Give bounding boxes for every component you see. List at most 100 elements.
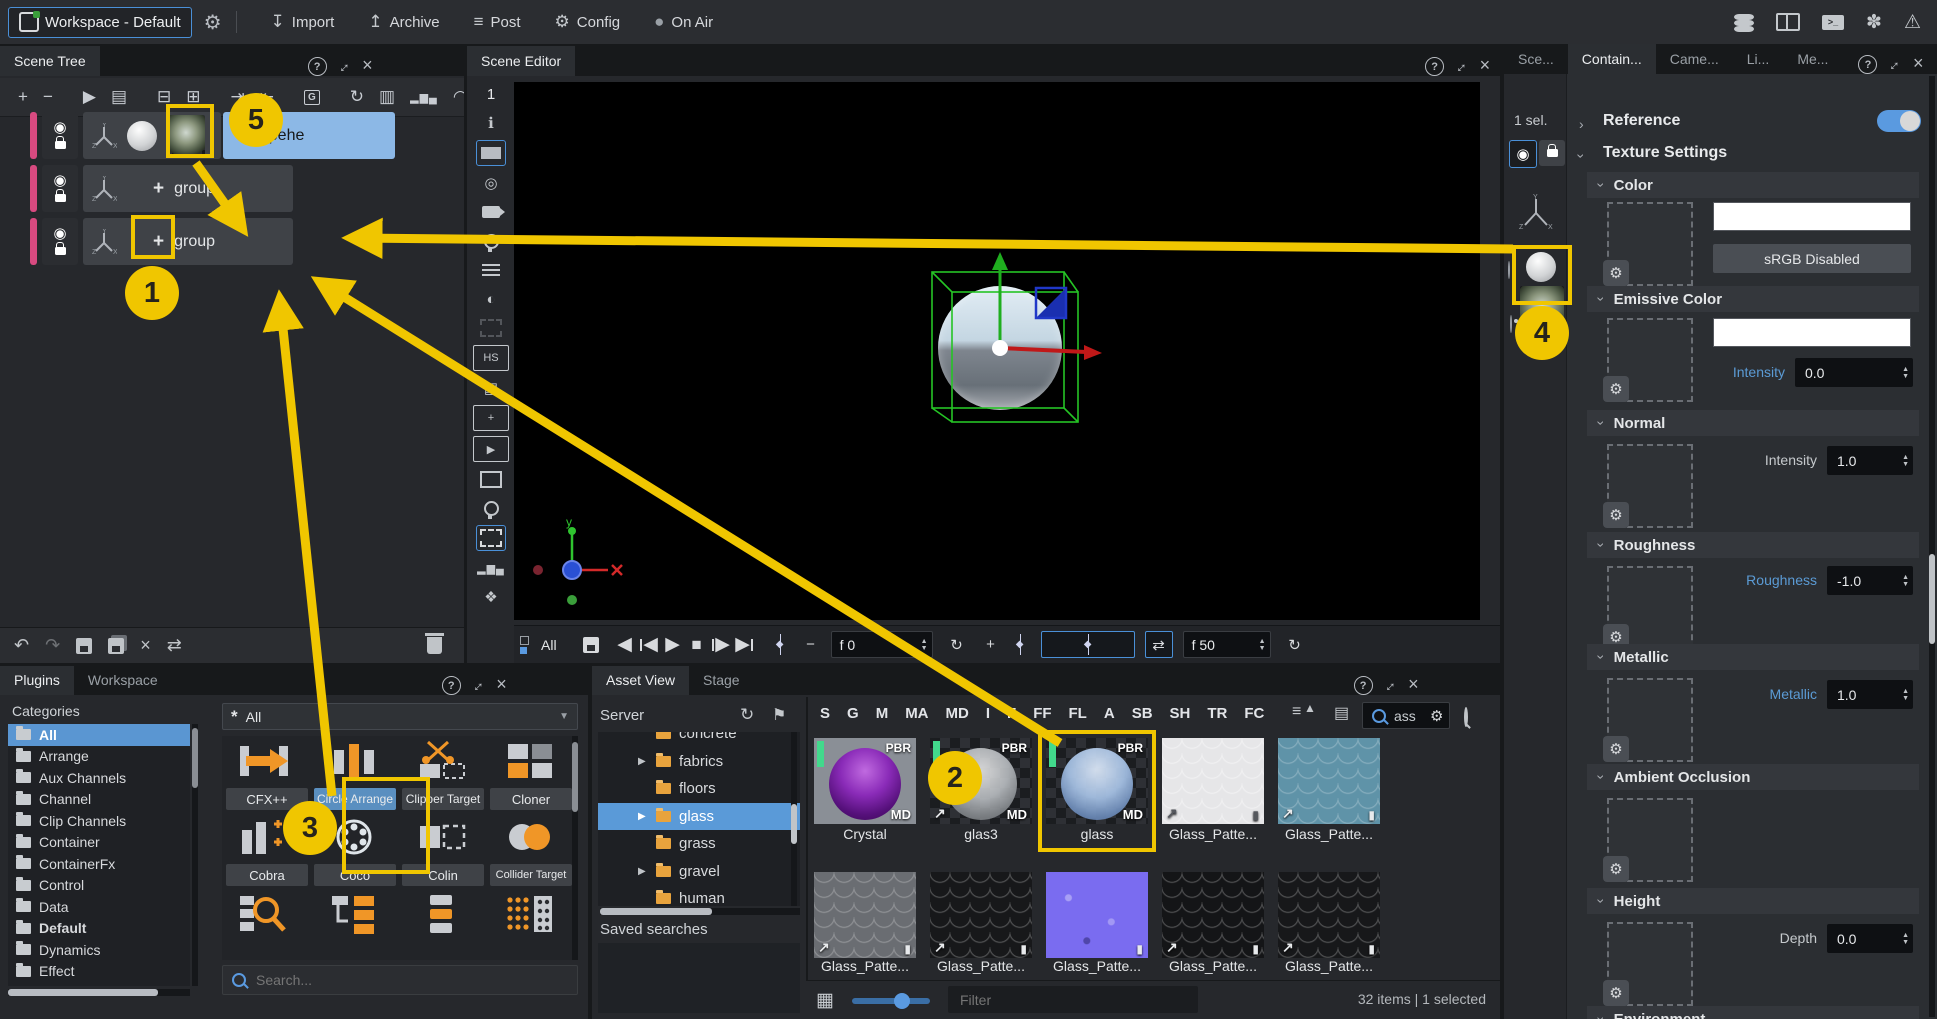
filter-fc[interactable]: FC [1244, 705, 1264, 722]
frame-end-field[interactable]: f 50 ▲▼ [1183, 631, 1271, 658]
expander-icon[interactable]: + [153, 178, 164, 200]
spinner-arrows[interactable]: ▲▼ [917, 638, 932, 652]
advanced-search-icon[interactable] [1464, 707, 1468, 727]
search-list-plugin-icon[interactable] [236, 892, 292, 938]
normal-intensity-field[interactable]: 1.0 ▲▼ [1827, 446, 1913, 475]
sort-arrow-icon[interactable]: ▲ [1304, 701, 1316, 715]
color-swatch[interactable] [1713, 202, 1911, 231]
timeline-all-label[interactable]: All [541, 637, 557, 653]
row-name-area[interactable]: YZX + group [83, 218, 293, 265]
emissive-gear-icon[interactable]: ⚙ [1603, 376, 1629, 402]
filter-md[interactable]: MD [946, 705, 969, 722]
lock-icon[interactable] [55, 194, 66, 202]
plugin-label-cobra[interactable]: Cobra [226, 864, 308, 886]
asset-search-input[interactable] [1392, 707, 1424, 725]
statistics-icon[interactable]: ▂▆▄ [410, 91, 438, 104]
validate-icon[interactable]: ▶ [83, 87, 96, 107]
bulb-toggle-icon[interactable] [477, 496, 505, 520]
folder-grass[interactable]: grass [598, 830, 800, 858]
tree-row-group-1[interactable]: ◉ YZX + group [30, 165, 293, 212]
reference-toggle[interactable] [1877, 110, 1921, 132]
selection-grid-icon[interactable] [476, 525, 506, 551]
filter-g[interactable]: G [847, 705, 859, 722]
help-icon[interactable]: ? [1425, 57, 1444, 76]
material-radio[interactable] [1508, 261, 1510, 279]
category-item[interactable]: Dynamics [8, 939, 190, 961]
spinner-arrows[interactable]: ▲▼ [1898, 574, 1913, 588]
close-icon[interactable]: × [362, 55, 373, 76]
layers-icon[interactable]: ▤ [477, 376, 505, 400]
eye-icon[interactable]: ◉ [53, 175, 66, 186]
filter-s[interactable]: S [820, 705, 830, 722]
chevron-down-icon[interactable]: › [1573, 154, 1589, 159]
chevron-right-icon[interactable]: › [1579, 116, 1584, 132]
tab-plugins[interactable]: Plugins [0, 665, 74, 695]
plugin-search-input[interactable] [254, 971, 568, 989]
move-list-plugin-icon[interactable] [326, 892, 382, 938]
asset-filter-input[interactable] [958, 991, 1143, 1009]
maximize-icon[interactable]: ↕ [470, 678, 487, 695]
close-icon[interactable]: × [1480, 55, 1491, 76]
category-item[interactable]: Control [8, 875, 190, 897]
tab-camera[interactable]: Came... [1656, 44, 1733, 74]
roughness-field[interactable]: -1.0 ▲▼ [1827, 566, 1913, 595]
height-gear-icon[interactable]: ⚙ [1603, 980, 1629, 1006]
doc-info-icon[interactable]: ▤ [1334, 703, 1349, 723]
asset-tile-pattern-gray[interactable]: ↗ ▮ [814, 872, 916, 958]
metallic-field[interactable]: 1.0 ▲▼ [1827, 680, 1913, 709]
plugin-search-box[interactable] [222, 965, 578, 995]
timeline-toggle[interactable] [520, 636, 529, 654]
folder-floors[interactable]: floors [598, 775, 800, 803]
lock-icon[interactable] [55, 247, 66, 255]
texture-radio[interactable] [1510, 315, 1512, 333]
folder-human[interactable]: human [598, 885, 800, 906]
workspace-button[interactable]: Workspace - Default [8, 7, 192, 38]
metallic-section-header[interactable]: › Metallic [1587, 644, 1919, 670]
stop-button[interactable]: ■ [685, 635, 709, 655]
lock-icon[interactable] [55, 141, 66, 149]
grid-view-icon[interactable]: ▦ [816, 989, 834, 1012]
asset-tile-pattern-white[interactable]: ↗ ▮ [1162, 738, 1264, 824]
loop-start-icon[interactable]: ↻ [945, 636, 969, 654]
spinner-arrows[interactable]: ▲▼ [1898, 366, 1913, 380]
category-item[interactable]: Aux Channels [8, 767, 190, 789]
node-doc-icon[interactable]: ▤ [111, 87, 127, 107]
spinner-arrows[interactable]: ▲▼ [1898, 932, 1913, 946]
filter-tr[interactable]: TR [1207, 705, 1227, 722]
categories-h-scrollbar[interactable] [8, 989, 190, 996]
maximize-icon[interactable]: ↕ [336, 59, 353, 76]
tab-scene-editor[interactable]: Scene Editor [467, 46, 575, 76]
reference-section-label[interactable]: Reference [1603, 112, 1680, 130]
plugin-filter-dropdown[interactable]: * All ▼ [222, 703, 578, 730]
normal-gear-icon[interactable]: ⚙ [1603, 502, 1629, 528]
tab-asset-view[interactable]: Asset View [592, 665, 689, 695]
sort-icon[interactable]: ≡ [1292, 703, 1301, 721]
sync-icon[interactable]: ↻ [740, 705, 754, 725]
annotation-icon[interactable]: ℹ [477, 111, 505, 135]
help-icon[interactable]: ? [442, 676, 461, 695]
frame-start-field[interactable]: f 0 ▲▼ [831, 631, 933, 658]
properties-scrollbar[interactable] [1929, 76, 1935, 1017]
marker-options-button[interactable]: ⇄ [1145, 631, 1173, 658]
roughness-section-header[interactable]: › Roughness [1587, 532, 1919, 558]
render-layer-icon[interactable] [476, 140, 506, 166]
asset-filter-field[interactable] [948, 986, 1198, 1013]
play-button[interactable]: ▶ [661, 633, 685, 656]
filter-fl[interactable]: FL [1069, 705, 1087, 722]
deform-icon[interactable] [477, 316, 505, 340]
visibility-toggle[interactable]: ◉ [1509, 140, 1537, 168]
ao-gear-icon[interactable]: ⚙ [1603, 856, 1629, 882]
camera-focus-icon[interactable]: ◎ [477, 171, 505, 195]
warning-icon[interactable]: ⚠ [1904, 11, 1921, 34]
search-settings-gear-icon[interactable]: ⚙ [1430, 707, 1443, 725]
ao-section-header[interactable]: › Ambient Occlusion [1587, 764, 1919, 790]
bookmark-icon[interactable]: ⚑ [772, 705, 786, 725]
clipper-target-plugin-icon[interactable] [414, 740, 470, 782]
category-item[interactable]: Effect [8, 961, 190, 983]
increment-frame-button[interactable]: + [979, 636, 1003, 653]
group-node-icon[interactable]: G [304, 90, 320, 105]
eye-icon[interactable]: ◉ [53, 122, 66, 133]
add-node-icon[interactable]: + [18, 87, 28, 107]
menu-config[interactable]: ⚙ Config [555, 12, 621, 32]
cfx-plugin-icon[interactable] [236, 740, 292, 782]
